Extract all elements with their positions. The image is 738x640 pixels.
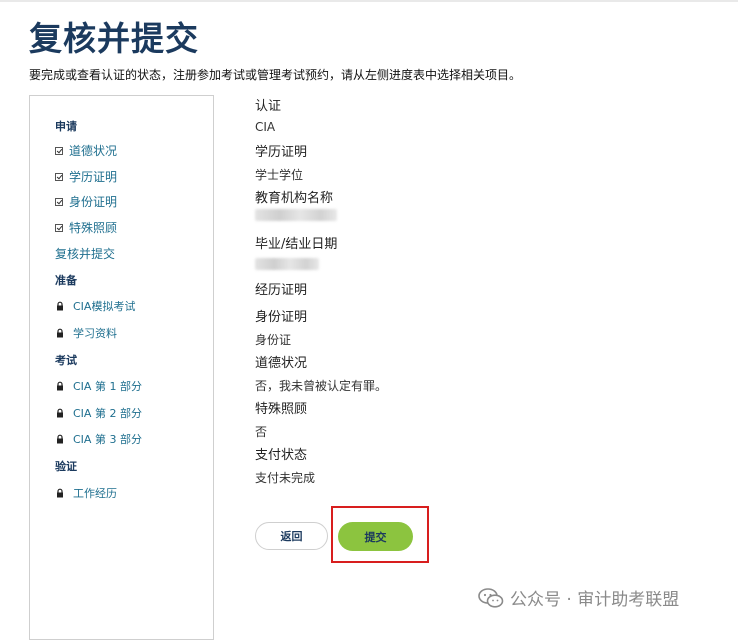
section-heading-verify: 验证 (55, 460, 77, 473)
lock-icon (57, 381, 63, 391)
watermark-text: 公众号 · 审计助考联盟 (510, 590, 680, 610)
sidebar-item-education[interactable]: 学历证明 (55, 168, 117, 185)
institution-value-redacted (255, 209, 337, 221)
sidebar-item-practice-exam[interactable]: CIA模拟考试 (55, 298, 135, 314)
sidebar-item-label: 学历证明 (69, 170, 118, 184)
section-heading-apply: 申请 (55, 120, 77, 133)
sidebar-item-ethics[interactable]: 道德状况 (55, 142, 117, 159)
payment-value: 支付未完成 (255, 471, 316, 485)
sidebar-item-label: CIA模拟考试 (73, 300, 136, 313)
checkbox-checked-icon (55, 223, 63, 232)
sidebar-item-cia-part-3[interactable]: CIA 第 3 部分 (55, 431, 142, 447)
sidebar-item-cia-part-2[interactable]: CIA 第 2 部分 (55, 405, 142, 421)
progress-sidebar: 申请 道德状况 学历证明 身份证明 特殊照顾 复核并提交 准备 CIA模拟考试 … (29, 95, 214, 640)
sidebar-item-label: 道德状况 (69, 144, 118, 158)
sidebar-item-review-submit[interactable]: 复核并提交 (55, 245, 115, 262)
accommodation-label: 特殊照顾 (255, 402, 308, 417)
checkbox-checked-icon (55, 146, 63, 155)
sidebar-item-label: 特殊照顾 (69, 221, 118, 235)
sidebar-item-study-materials[interactable]: 学习资料 (55, 325, 117, 341)
page-title: 复核并提交 (29, 19, 199, 58)
ethics-value: 否，我未曾被认定有罪。 (255, 379, 388, 393)
sidebar-item-label: CIA 第 2 部分 (73, 407, 142, 420)
payment-label: 支付状态 (255, 448, 308, 463)
checkbox-checked-icon (55, 197, 63, 206)
ethics-label: 道德状况 (255, 356, 308, 371)
lock-icon (57, 328, 63, 338)
sidebar-item-label: CIA 第 3 部分 (73, 433, 142, 446)
institution-label: 教育机构名称 (255, 191, 334, 206)
lock-icon (57, 408, 63, 418)
lock-icon (57, 434, 63, 444)
checkbox-checked-icon (55, 172, 63, 181)
lock-icon (57, 301, 63, 311)
identity-label: 身份证明 (255, 310, 308, 325)
sidebar-item-label: 身份证明 (69, 195, 118, 209)
sidebar-item-label: 复核并提交 (55, 247, 116, 261)
top-divider (0, 0, 738, 2)
section-heading-exam: 考试 (55, 354, 77, 367)
sidebar-item-label: CIA 第 1 部分 (73, 380, 142, 393)
submit-highlight-box (331, 506, 429, 563)
sidebar-item-cia-part-1[interactable]: CIA 第 1 部分 (55, 378, 142, 394)
back-button[interactable]: 返回 (255, 522, 328, 550)
education-value: 学士学位 (255, 168, 304, 182)
experience-label: 经历证明 (255, 283, 308, 298)
section-heading-prepare: 准备 (55, 274, 77, 287)
sidebar-item-label: 学习资料 (73, 327, 117, 340)
sidebar-item-work-experience[interactable]: 工作经历 (55, 485, 117, 501)
intro-text: 要完成或查看认证的状态，注册参加考试或管理考试预约，请从左侧进度表中选择相关项目… (29, 68, 522, 82)
accommodation-value: 否 (255, 425, 268, 439)
education-label: 学历证明 (255, 145, 308, 160)
certification-label: 认证 (255, 99, 282, 114)
sidebar-item-label: 工作经历 (73, 487, 117, 500)
certification-value: CIA (255, 120, 276, 134)
watermark: 公众号 · 审计助考联盟 (478, 585, 679, 610)
graduation-label: 毕业/结业日期 (255, 237, 338, 252)
sidebar-item-identity[interactable]: 身份证明 (55, 193, 117, 210)
lock-icon (57, 488, 63, 498)
graduation-value-redacted (255, 258, 319, 270)
sidebar-item-accommodation[interactable]: 特殊照顾 (55, 219, 117, 236)
wechat-icon (478, 587, 504, 608)
identity-value: 身份证 (255, 333, 292, 347)
